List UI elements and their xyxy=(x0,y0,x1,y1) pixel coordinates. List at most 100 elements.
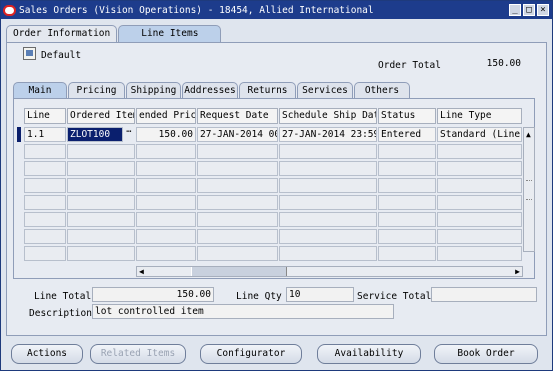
cell-status[interactable]: Entered xyxy=(378,127,436,142)
empty-cell[interactable] xyxy=(437,195,522,210)
empty-cell[interactable] xyxy=(437,178,522,193)
default-folder-label: Default xyxy=(41,50,82,61)
empty-cell[interactable] xyxy=(378,161,436,176)
empty-cell[interactable] xyxy=(67,178,135,193)
close-icon[interactable]: × xyxy=(537,4,549,16)
related-items-button[interactable]: Related Items xyxy=(90,344,186,364)
header-line-type: Line Type xyxy=(437,108,522,124)
empty-cell[interactable] xyxy=(136,229,196,244)
description-label: Description xyxy=(29,308,92,319)
empty-cell[interactable] xyxy=(279,161,377,176)
service-total-label: Service Total xyxy=(357,291,432,302)
header-ordered-item: Ordered Item xyxy=(67,108,135,124)
configurator-button[interactable]: Configurator xyxy=(200,344,302,364)
scroll-left-icon[interactable]: ◀ xyxy=(139,267,144,276)
tab-line-items[interactable]: Line Items xyxy=(118,25,222,43)
line-total-field[interactable]: 150.00 xyxy=(92,287,214,302)
empty-cell[interactable] xyxy=(279,229,377,244)
empty-cell[interactable] xyxy=(24,195,66,210)
empty-cell[interactable] xyxy=(197,229,278,244)
empty-cell[interactable] xyxy=(136,212,196,227)
empty-cell[interactable] xyxy=(279,195,377,210)
empty-cell[interactable] xyxy=(197,212,278,227)
folder-icon[interactable] xyxy=(23,47,36,60)
service-total-field[interactable] xyxy=(431,287,537,302)
empty-cell[interactable] xyxy=(378,144,436,159)
order-total-value: 150.00 xyxy=(486,58,521,69)
empty-cell[interactable] xyxy=(24,144,66,159)
minimize-icon[interactable]: _ xyxy=(509,4,521,16)
book-order-button[interactable]: Book Order xyxy=(434,344,538,364)
subtab-others[interactable]: Others xyxy=(354,82,410,99)
empty-cell[interactable] xyxy=(136,178,196,193)
empty-cell[interactable] xyxy=(197,178,278,193)
description-field[interactable]: lot controlled item xyxy=(92,304,394,319)
subtab-shipping[interactable]: Shipping xyxy=(126,82,181,99)
main-tabs: Order Information Line Items xyxy=(6,25,222,43)
subtab-pricing[interactable]: Pricing xyxy=(68,82,125,99)
cell-line-type[interactable]: Standard (Line I xyxy=(437,127,522,142)
sales-orders-window: Sales Orders (Vision Operations) - 18454… xyxy=(0,0,553,371)
empty-cell[interactable] xyxy=(136,161,196,176)
scroll-grip[interactable] xyxy=(526,180,532,200)
lov-ellipsis-icon[interactable]: ⋯ xyxy=(124,127,134,142)
availability-button[interactable]: Availability xyxy=(317,344,421,364)
header-status: Status xyxy=(378,108,436,124)
header-schedule-ship-date: Schedule Ship Date xyxy=(279,108,377,124)
subtab-returns[interactable]: Returns xyxy=(239,82,296,99)
empty-cell[interactable] xyxy=(279,246,377,261)
empty-cell[interactable] xyxy=(378,229,436,244)
empty-cell[interactable] xyxy=(197,161,278,176)
empty-cell[interactable] xyxy=(136,195,196,210)
empty-cell[interactable] xyxy=(24,161,66,176)
vertical-scrollbar[interactable]: ▲ xyxy=(523,127,535,252)
empty-cell[interactable] xyxy=(136,246,196,261)
empty-cell[interactable] xyxy=(279,178,377,193)
cell-line[interactable]: 1.1 xyxy=(24,127,66,142)
empty-cell[interactable] xyxy=(67,229,135,244)
subtab-services[interactable]: Services xyxy=(297,82,353,99)
empty-cell[interactable] xyxy=(437,161,522,176)
empty-cell[interactable] xyxy=(67,161,135,176)
horizontal-scroll-thumb[interactable] xyxy=(191,267,287,276)
empty-cell[interactable] xyxy=(279,144,377,159)
cell-schedule-ship-date[interactable]: 27-JAN-2014 23:59:0 xyxy=(279,127,377,142)
title-bar[interactable]: Sales Orders (Vision Operations) - 18454… xyxy=(1,1,552,19)
line-qty-field[interactable]: 10 xyxy=(286,287,354,302)
current-record-indicator xyxy=(17,127,21,142)
empty-cell[interactable] xyxy=(437,144,522,159)
horizontal-scrollbar[interactable]: ◀ ▶ xyxy=(136,266,523,277)
empty-cell[interactable] xyxy=(197,144,278,159)
header-request-date: Request Date xyxy=(197,108,278,124)
subtab-addresses[interactable]: Addresses xyxy=(182,82,238,99)
empty-cell[interactable] xyxy=(378,195,436,210)
empty-cell[interactable] xyxy=(24,178,66,193)
maximize-icon[interactable]: □ xyxy=(523,4,535,16)
scroll-up-icon[interactable]: ▲ xyxy=(526,130,531,139)
empty-cell[interactable] xyxy=(24,212,66,227)
scroll-right-icon[interactable]: ▶ xyxy=(515,267,520,276)
empty-cell[interactable] xyxy=(67,195,135,210)
empty-cell[interactable] xyxy=(378,212,436,227)
empty-cell[interactable] xyxy=(197,246,278,261)
actions-button[interactable]: Actions xyxy=(11,344,83,364)
header-price: ended Price xyxy=(136,108,196,124)
empty-cell[interactable] xyxy=(279,212,377,227)
empty-cell[interactable] xyxy=(378,246,436,261)
empty-cell[interactable] xyxy=(437,229,522,244)
empty-cell[interactable] xyxy=(67,144,135,159)
empty-cell[interactable] xyxy=(378,178,436,193)
empty-cell[interactable] xyxy=(437,246,522,261)
empty-cell[interactable] xyxy=(197,195,278,210)
empty-cell[interactable] xyxy=(67,212,135,227)
tab-order-information[interactable]: Order Information xyxy=(6,25,118,43)
cell-ordered-item[interactable]: ZLOT100 xyxy=(67,127,123,142)
empty-cell[interactable] xyxy=(437,212,522,227)
subtab-main[interactable]: Main xyxy=(13,82,67,99)
empty-cell[interactable] xyxy=(67,246,135,261)
cell-price[interactable]: 150.00 xyxy=(136,127,196,142)
cell-request-date[interactable]: 27-JAN-2014 00: xyxy=(197,127,278,142)
empty-cell[interactable] xyxy=(136,144,196,159)
empty-cell[interactable] xyxy=(24,229,66,244)
empty-cell[interactable] xyxy=(24,246,66,261)
